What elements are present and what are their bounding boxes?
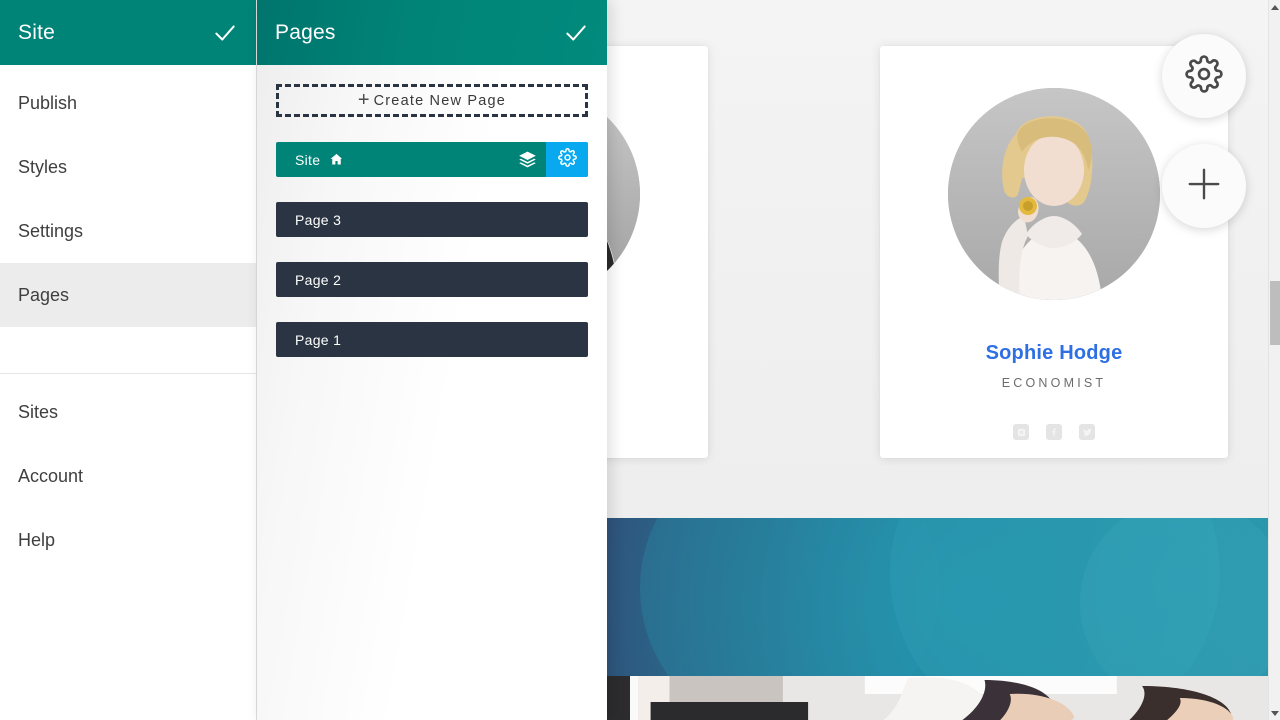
site-sidebar: Site Publish Styles Settings Pages Sites… [0,0,257,720]
check-icon[interactable] [212,20,238,46]
sidebar-item-label: Sites [18,401,59,422]
sidebar-item-sites[interactable]: Sites [0,380,256,444]
sidebar-item-pages[interactable]: Pages [0,263,256,327]
settings-fab[interactable] [1162,34,1246,118]
plus-icon [1185,165,1223,208]
sidebar-item-settings[interactable]: Settings [0,199,256,263]
sidebar-item-help[interactable]: Help [0,508,256,572]
sidebar-item-styles[interactable]: Styles [0,135,256,199]
instagram-icon[interactable] [1013,424,1029,440]
sidebar-nav-secondary: Sites Account Help [0,374,256,572]
scroll-down-arrow-icon[interactable] [1269,706,1280,720]
page-row-site[interactable]: Site [276,142,588,177]
pages-panel: Pages + Create New Page Site Page 3 Page… [257,0,607,720]
page-row-label: Page 2 [295,271,342,288]
scroll-up-arrow-icon[interactable] [1269,0,1280,14]
pages-panel-body: + Create New Page Site Page 3 Page 2 Pag… [257,65,607,357]
sidebar-item-label: Pages [18,284,70,305]
page-row[interactable]: Page 1 [276,322,588,357]
sidebar-item-label: Styles [18,156,68,177]
avatar [948,88,1160,300]
create-new-page-label: Create New Page [373,92,507,109]
page-row-label: Page 3 [295,211,342,228]
layers-icon[interactable] [509,142,546,177]
page-settings-button[interactable] [546,142,588,177]
editor-root: Lucious Lucas PHILOSOPHER [0,0,1280,720]
check-icon[interactable] [563,20,589,46]
social-links [1013,424,1095,440]
home-icon [329,152,344,167]
create-new-page-button[interactable]: + Create New Page [276,84,588,117]
gear-icon [557,147,577,172]
facebook-icon[interactable] [1046,424,1062,440]
gear-icon [1185,54,1223,98]
add-fab[interactable] [1162,144,1246,228]
member-role: ECONOMIST [1001,376,1107,390]
sidebar-item-label: Account [18,465,84,486]
page-row[interactable]: Page 3 [276,202,588,237]
scrollbar-thumb[interactable] [1270,281,1280,345]
sidebar-item-label: Publish [18,92,78,113]
sidebar-item-account[interactable]: Account [0,444,256,508]
twitter-icon[interactable] [1079,424,1095,440]
sidebar-title: Site [18,20,55,44]
page-row[interactable]: Page 2 [276,262,588,297]
sidebar-item-label: Help [18,529,56,550]
photo-gap [630,676,638,720]
page-row-label: Site [295,151,321,168]
page-row-label: Page 1 [295,331,342,348]
photo-thumb[interactable] [638,676,1268,720]
pages-panel-header: Pages [257,0,607,65]
sidebar-item-label: Settings [18,220,84,241]
vertical-scrollbar[interactable] [1268,0,1280,720]
sidebar-nav-primary: Publish Styles Settings Pages [0,65,256,327]
sidebar-item-publish[interactable]: Publish [0,71,256,135]
member-name: Sophie Hodge [985,342,1123,364]
sidebar-header: Site [0,0,256,65]
plus-icon: + [357,88,370,111]
pages-panel-title: Pages [275,20,336,44]
page-row-label-wrap: Site [276,152,344,168]
